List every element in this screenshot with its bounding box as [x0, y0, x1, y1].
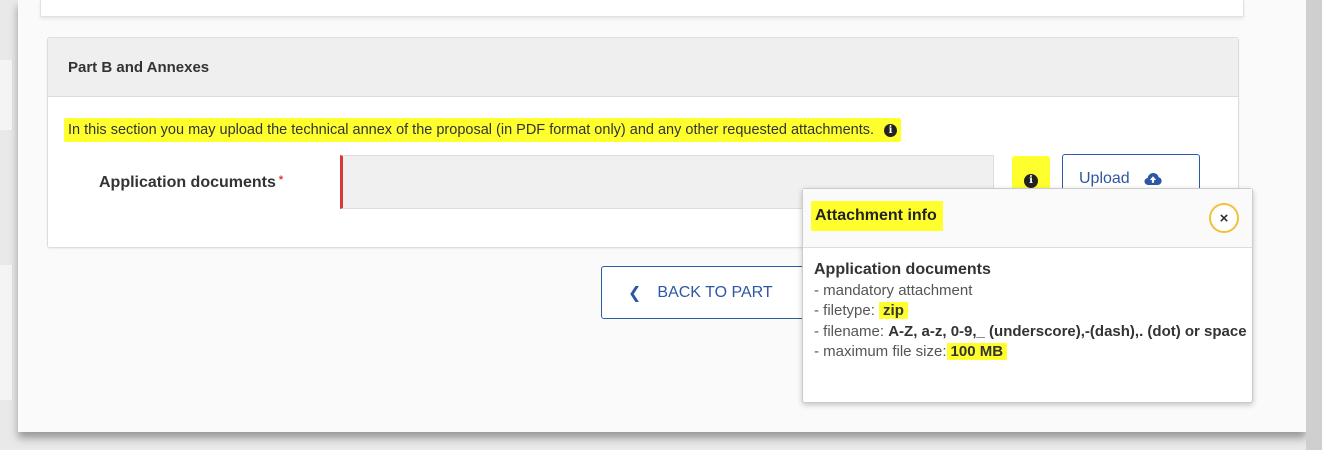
- cloud-upload-icon: [1144, 172, 1162, 186]
- application-documents-label: Application documents *: [99, 174, 283, 192]
- filename-label: - filename:: [814, 322, 885, 340]
- popover-header: Attachment info ×: [803, 189, 1252, 248]
- left-side-strip: [0, 265, 13, 400]
- filetype-label: - filetype:: [814, 302, 875, 319]
- back-to-part-button[interactable]: ❮ BACK TO PART: [601, 266, 821, 319]
- close-icon[interactable]: ×: [1209, 203, 1239, 233]
- popover-mandatory-line: - mandatory attachment: [814, 281, 973, 299]
- popover-body: Application documents - mandatory attach…: [803, 248, 1252, 363]
- section-title: Part B and Annexes: [48, 38, 1238, 97]
- maxsize-label: - maximum file size:: [814, 343, 947, 360]
- info-circle-icon: i: [1024, 174, 1038, 188]
- window-edge: [1306, 0, 1322, 450]
- attachment-info-popover: Attachment info × Application documents …: [802, 188, 1253, 403]
- section-info-text: In this section you may upload the techn…: [64, 118, 902, 142]
- popover-filename-line: - filename: A-Z, a-z, 0-9,_ (underscore)…: [814, 322, 1252, 343]
- chevron-left-icon: ❮: [628, 284, 642, 302]
- filename-value: A-Z, a-z, 0-9,_ (underscore),-(dash),. (…: [888, 322, 1247, 340]
- section-info-label: In this section you may upload the techn…: [68, 122, 875, 138]
- info-circle-icon[interactable]: i: [884, 123, 898, 137]
- popover-title: Attachment info: [811, 201, 943, 231]
- left-side-strip: [0, 60, 13, 130]
- popover-doc-title: Application documents: [814, 261, 991, 278]
- popover-filetype-line: - filetype: zip: [814, 301, 1252, 322]
- field-label-text: Application documents: [99, 174, 276, 191]
- back-button-label: BACK TO PART: [657, 283, 773, 301]
- maxsize-value: 100 MB: [946, 343, 1008, 360]
- filetype-value: zip: [879, 302, 908, 319]
- upload-button-label: Upload: [1079, 170, 1130, 187]
- popover-maxsize-line: - maximum file size: 100 MB: [814, 342, 1252, 363]
- required-marker: *: [278, 174, 284, 186]
